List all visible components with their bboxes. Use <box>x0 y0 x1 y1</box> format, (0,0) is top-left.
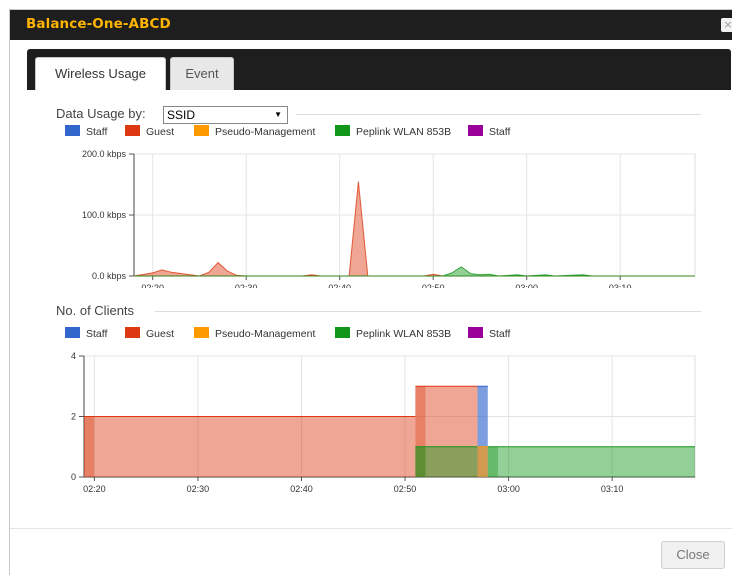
chevron-down-icon: ▼ <box>274 110 282 119</box>
client-edge <box>477 446 488 477</box>
x-tick-label: 02:20 <box>141 283 164 288</box>
usage-by-select[interactable]: SSID ▼ <box>163 106 288 124</box>
legend-item-pseudo-management[interactable]: Pseudo-Management <box>194 125 315 138</box>
close-button[interactable]: Close <box>661 541 725 569</box>
section-divider <box>155 311 701 312</box>
device-dialog: Balance-One-ABCD × Wireless Usage Event … <box>9 9 732 575</box>
legend-swatch <box>468 327 483 338</box>
section-divider <box>296 114 701 115</box>
legend-swatch <box>125 327 140 338</box>
x-tick-label: 02:30 <box>187 484 210 494</box>
legend-swatch <box>335 125 350 136</box>
client-area <box>84 416 416 477</box>
x-tick-label: 02:30 <box>235 283 258 288</box>
client-edge <box>487 446 498 477</box>
legend-item-peplink-wlan[interactable]: Peplink WLAN 853B <box>335 125 451 138</box>
data-usage-heading: Data Usage by: <box>56 106 146 121</box>
x-tick-label: 03:00 <box>515 283 538 288</box>
y-tick-label: 4 <box>71 351 76 361</box>
legend-label: Staff <box>489 328 511 340</box>
legend-item-guest[interactable]: Guest <box>125 125 174 138</box>
tab-bar: Wireless Usage Event <box>27 49 731 90</box>
legend-swatch <box>65 327 80 338</box>
clients-chart: 02:20 02:30 02:40 02:50 03:00 03:10 0 2 4 <box>71 351 696 494</box>
clients-heading: No. of Clients <box>56 303 135 318</box>
legend-swatch <box>194 125 209 136</box>
legend-swatch <box>65 125 80 136</box>
client-edge <box>84 416 94 477</box>
legend-swatch <box>194 327 209 338</box>
x-tick-label: 02:40 <box>328 283 351 288</box>
x-tick-label: 02:50 <box>422 283 445 288</box>
legend-item-staff-2[interactable]: Staff <box>468 327 510 340</box>
dialog-title: Balance-One-ABCD <box>26 16 171 32</box>
y-tick-label: 200.0 kbps <box>82 149 127 159</box>
legend-label: Pseudo-Management <box>215 126 316 138</box>
x-tick-label: 03:00 <box>497 484 520 494</box>
data-usage-chart: 02:20 02:30 02:40 02:50 03:00 03:10 0.0 kbps 10… <box>82 149 696 288</box>
y-tick-label: 2 <box>71 412 76 422</box>
dialog-titlebar: Balance-One-ABCD × <box>10 10 732 40</box>
legend-swatch <box>468 125 483 136</box>
clients-legend: Staff Guest Pseudo-Management Peplink WL… <box>65 327 705 341</box>
legend-item-staff[interactable]: Staff <box>65 125 107 138</box>
legend-label: Staff <box>86 328 108 340</box>
legend-label: Pseudo-Management <box>215 328 316 340</box>
x-tick-label: 03:10 <box>601 484 624 494</box>
legend-item-guest[interactable]: Guest <box>125 327 174 340</box>
x-tick-label: 03:10 <box>609 283 632 288</box>
legend-label: Guest <box>146 328 175 340</box>
usage-legend: Staff Guest Pseudo-Management Peplink WL… <box>65 125 705 139</box>
client-area <box>487 446 695 477</box>
x-tick-label: 02:50 <box>394 484 417 494</box>
y-tick-label: 0.0 kbps <box>92 271 127 281</box>
legend-swatch <box>335 327 350 338</box>
legend-label: Peplink WLAN 853B <box>356 328 452 340</box>
legend-label: Staff <box>86 126 108 138</box>
y-tick-label: 0 <box>71 472 76 482</box>
legend-label: Peplink WLAN 853B <box>356 126 452 138</box>
legend-label: Staff <box>489 126 511 138</box>
footer-divider <box>10 528 732 529</box>
y-tick-label: 100.0 kbps <box>82 210 127 220</box>
legend-label: Guest <box>146 126 175 138</box>
x-tick-label: 02:20 <box>83 484 106 494</box>
usage-by-select-value: SSID <box>167 108 196 122</box>
client-edge <box>415 446 426 477</box>
x-tick-label: 02:40 <box>290 484 313 494</box>
legend-item-staff[interactable]: Staff <box>65 327 107 340</box>
legend-swatch <box>125 125 140 136</box>
legend-item-peplink-wlan[interactable]: Peplink WLAN 853B <box>335 327 451 340</box>
legend-item-staff-2[interactable]: Staff <box>468 125 510 138</box>
legend-item-pseudo-management[interactable]: Pseudo-Management <box>194 327 315 340</box>
tab-wireless-usage[interactable]: Wireless Usage <box>35 57 166 90</box>
close-icon[interactable]: × <box>721 18 732 32</box>
tab-event[interactable]: Event <box>170 57 234 90</box>
